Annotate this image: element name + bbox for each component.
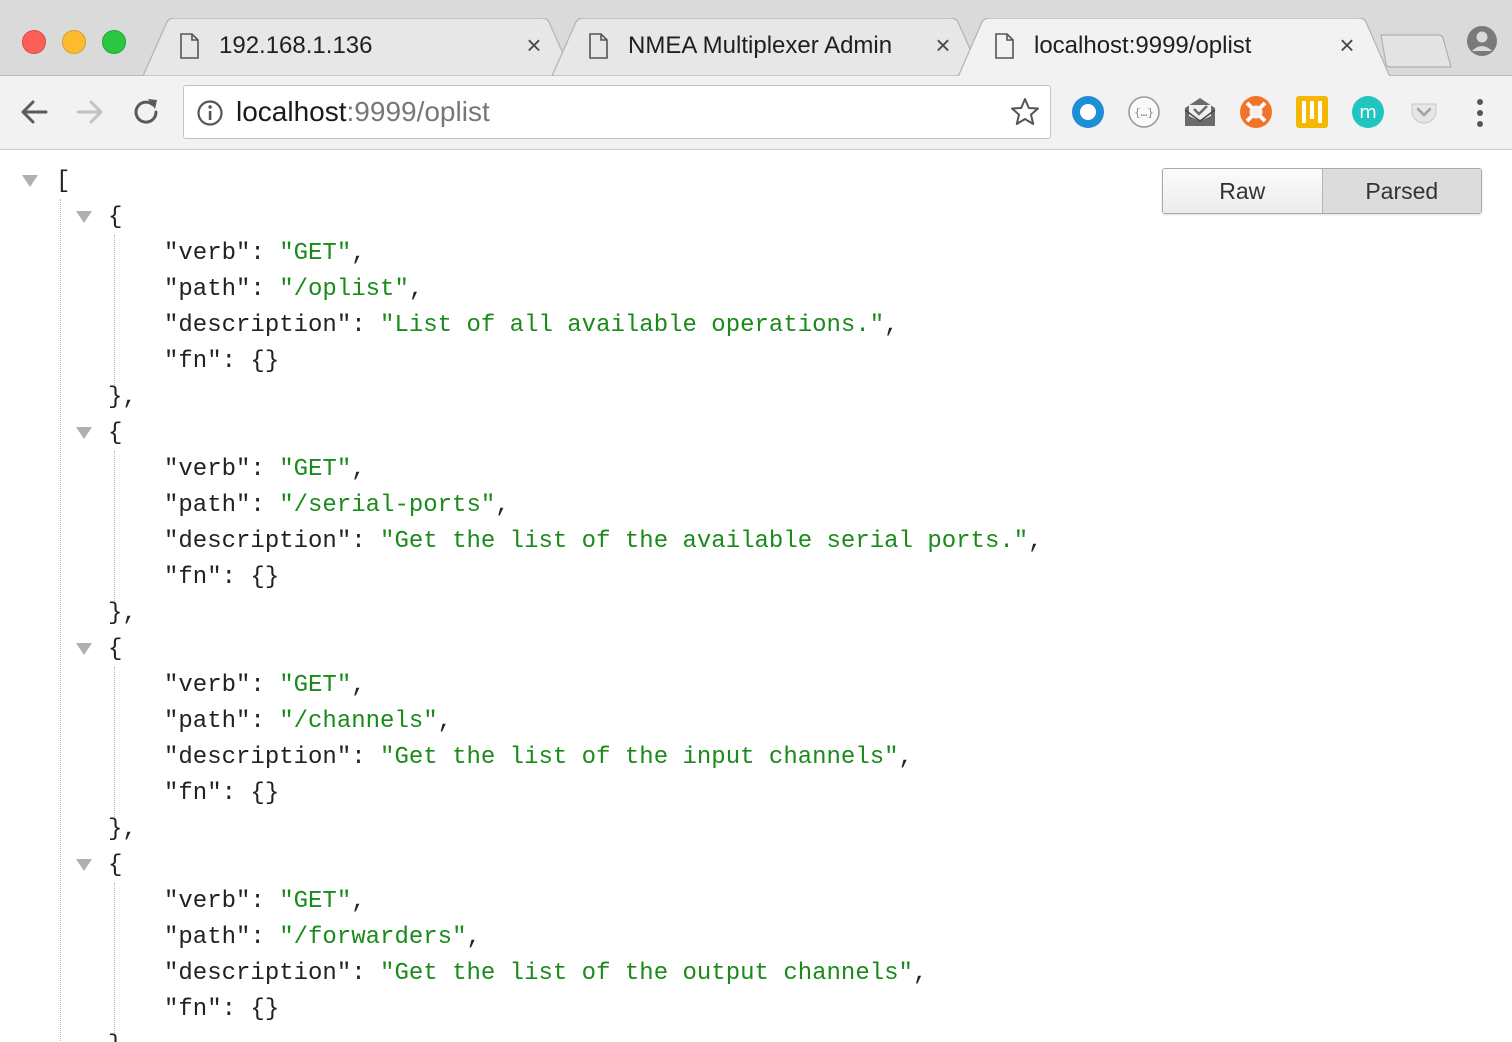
- close-tab-icon[interactable]: ×: [521, 30, 547, 60]
- lifebuoy-extension-icon[interactable]: [1238, 94, 1274, 130]
- minimize-window-icon[interactable]: [62, 30, 86, 54]
- collapse-toggle-icon[interactable]: [76, 211, 92, 223]
- json-row-fn: "fn": {}: [164, 564, 280, 591]
- json-row-path: "path": "/serial-ports",: [164, 492, 510, 519]
- json-row-verb: "verb": "GET",: [164, 240, 366, 267]
- json-row-verb: "verb": "GET",: [164, 456, 366, 483]
- json-value-fn: {}: [250, 348, 280, 375]
- close-tab-icon[interactable]: ×: [930, 30, 956, 60]
- close-tab-icon[interactable]: ×: [1334, 30, 1360, 60]
- indent-guide: [114, 667, 115, 817]
- json-formatter-extension-icon[interactable]: {…}: [1126, 94, 1162, 130]
- columns-extension-icon[interactable]: [1294, 94, 1330, 130]
- info-icon[interactable]: [196, 99, 224, 127]
- json-value-description: "Get the list of the output channels": [380, 960, 913, 987]
- json-value-description: "List of all available operations.": [380, 312, 885, 339]
- document-icon: [995, 33, 1014, 59]
- svg-text:m: m: [1359, 102, 1377, 123]
- object-open-brace: {: [108, 636, 123, 663]
- json-row-path: "path": "/forwarders",: [164, 924, 481, 951]
- json-row-path: "path": "/oplist",: [164, 276, 424, 303]
- browser-toolbar: localhost:9999/oplist {…} m: [0, 76, 1512, 150]
- collapse-toggle-icon[interactable]: [76, 427, 92, 439]
- circle-extension-icon[interactable]: [1070, 94, 1106, 130]
- object-close-brace: },: [108, 1031, 137, 1042]
- parsed-button[interactable]: Parsed: [1321, 169, 1481, 213]
- indent-guide: [60, 199, 61, 1042]
- json-value-path: "/oplist": [279, 276, 409, 303]
- json-row-verb: "verb": "GET",: [164, 888, 366, 915]
- tab-title: NMEA Multiplexer Admin: [628, 32, 893, 59]
- address-bar[interactable]: localhost:9999/oplist: [183, 85, 1051, 139]
- object-open-brace: {: [108, 420, 123, 447]
- tab-title: 192.168.1.136: [219, 32, 373, 59]
- tab-nmea-multiplexer-admin[interactable]: NMEA Multiplexer Admin ×: [552, 18, 982, 76]
- new-tab-button[interactable]: [1380, 34, 1452, 68]
- object-close-brace: },: [108, 816, 137, 843]
- tab-strip: 192.168.1.136 × NMEA Multiplexer Admin ×…: [0, 0, 1512, 76]
- open-bracket: [: [56, 168, 71, 195]
- object-close-brace: },: [108, 384, 137, 411]
- url-host: localhost: [236, 96, 347, 127]
- pocket-extension-icon[interactable]: [1406, 94, 1442, 130]
- tab-title: localhost:9999/oplist: [1034, 32, 1252, 59]
- close-window-icon[interactable]: [22, 30, 46, 54]
- json-value-description: "Get the list of the input channels": [380, 744, 899, 771]
- json-value-verb: "GET": [279, 456, 352, 483]
- raw-button[interactable]: Raw: [1163, 169, 1322, 213]
- object-open-brace: {: [108, 204, 123, 231]
- reload-icon[interactable]: [130, 96, 162, 128]
- json-value-verb: "GET": [279, 672, 352, 699]
- json-value-description: "Get the list of the available serial po…: [380, 528, 1029, 555]
- collapse-toggle-icon[interactable]: [76, 859, 92, 871]
- json-row-description: "description": "List of all available op…: [164, 312, 899, 339]
- collapse-toggle-icon[interactable]: [76, 643, 92, 655]
- document-icon: [589, 33, 608, 59]
- json-row-fn: "fn": {}: [164, 348, 280, 375]
- indent-guide: [114, 451, 115, 601]
- forward-arrow-icon[interactable]: [74, 96, 106, 128]
- back-arrow-icon[interactable]: [18, 96, 50, 128]
- page-content: Raw Parsed [ { "verb": "GET", "path": "/op…: [0, 151, 1512, 1042]
- view-toggle: Raw Parsed: [1162, 168, 1482, 214]
- collapse-toggle-icon[interactable]: [22, 175, 38, 187]
- url-path: :9999/oplist: [346, 96, 490, 127]
- json-value-path: "/forwarders": [279, 924, 467, 951]
- more-menu-icon[interactable]: [1468, 96, 1492, 130]
- json-row-description: "description": "Get the list of the inpu…: [164, 744, 913, 771]
- json-row-fn: "fn": {}: [164, 780, 280, 807]
- indent-guide: [114, 883, 115, 1033]
- address-url: localhost:9999/oplist: [236, 96, 490, 128]
- json-value-verb: "GET": [279, 888, 352, 915]
- indent-guide: [114, 235, 115, 385]
- json-value-path: "/channels": [279, 708, 438, 735]
- tab-192-168-1-136[interactable]: 192.168.1.136 ×: [143, 18, 573, 76]
- document-icon: [180, 33, 199, 59]
- json-value-path: "/serial-ports": [279, 492, 496, 519]
- mail-extension-icon[interactable]: [1182, 94, 1218, 130]
- svg-text:{…}: {…}: [1134, 106, 1154, 119]
- object-close-brace: },: [108, 600, 137, 627]
- json-row-description: "description": "Get the list of the outp…: [164, 960, 928, 987]
- json-row-fn: "fn": {}: [164, 996, 280, 1023]
- profile-icon[interactable]: [1466, 25, 1498, 57]
- object-open-brace: {: [108, 852, 123, 879]
- json-value-fn: {}: [250, 780, 280, 807]
- tab-localhost-oplist[interactable]: localhost:9999/oplist ×: [958, 18, 1390, 76]
- bookmark-star-icon[interactable]: [1010, 97, 1040, 127]
- zoom-window-icon[interactable]: [102, 30, 126, 54]
- json-row-path: "path": "/channels",: [164, 708, 453, 735]
- m-extension-icon[interactable]: m: [1350, 94, 1386, 130]
- json-value-fn: {}: [250, 996, 280, 1023]
- json-value-fn: {}: [250, 564, 280, 591]
- json-row-description: "description": "Get the list of the avai…: [164, 528, 1043, 555]
- json-value-verb: "GET": [279, 240, 352, 267]
- json-row-verb: "verb": "GET",: [164, 672, 366, 699]
